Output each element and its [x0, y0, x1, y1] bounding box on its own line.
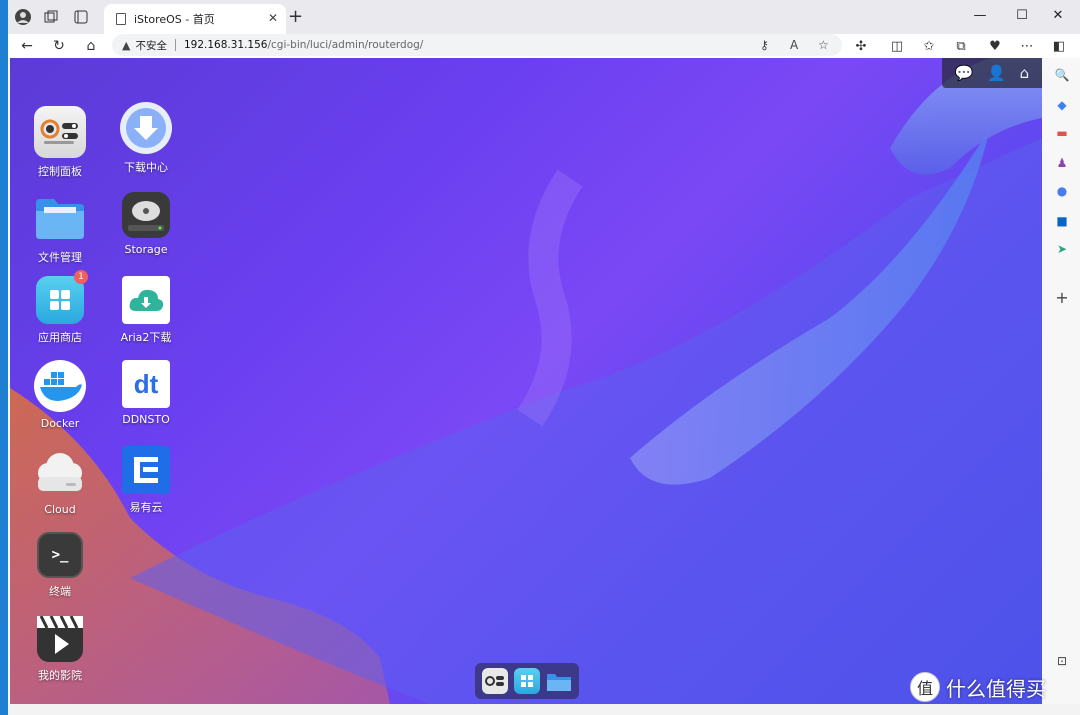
control-panel-icon	[34, 106, 86, 158]
watermark: 值 什么值得买	[910, 672, 1046, 702]
icon-label: Docker	[40, 417, 80, 430]
desktop-icon-download-center[interactable]: 下载中心	[106, 102, 186, 182]
tools-icon[interactable]: ▬	[1053, 124, 1071, 142]
sidebar-toggle-icon[interactable]: ◧	[1048, 36, 1070, 56]
desktop-icon-file-manager[interactable]: 文件管理	[20, 192, 100, 272]
more-menu-icon[interactable]: ⋯	[1016, 36, 1038, 56]
desktop-icon-linkease[interactable]: 易有云	[106, 446, 186, 526]
games-icon[interactable]: ♟	[1053, 154, 1071, 172]
icon-label: 我的影院	[38, 669, 82, 682]
tab-actions-icon[interactable]	[70, 7, 92, 27]
extensions-icon[interactable]: ✣	[850, 36, 872, 56]
icon-label: Storage	[124, 243, 168, 256]
cinema-icon	[37, 616, 83, 662]
file-manager-icon	[34, 192, 86, 244]
profile-avatar-icon[interactable]	[12, 7, 34, 27]
desktop-icon-storage[interactable]: Storage	[106, 192, 186, 272]
screenshot-icon[interactable]: ⊡	[1053, 652, 1071, 670]
app-store-icon: 1	[36, 270, 88, 324]
dock-file-manager-icon[interactable]	[546, 668, 572, 694]
send-icon[interactable]: ➤	[1053, 240, 1071, 258]
aria2-icon	[122, 276, 170, 324]
shopping-tag-icon[interactable]: ◆	[1053, 96, 1071, 114]
dock-app-store-icon[interactable]	[514, 668, 540, 694]
tab-close-icon[interactable]: ✕	[268, 11, 278, 25]
maximize-button[interactable]: ☐	[1002, 4, 1042, 26]
desktop-icon-docker[interactable]: Docker	[20, 360, 100, 440]
office-icon[interactable]: ●	[1053, 182, 1071, 200]
favorite-star-icon[interactable]: ☆	[818, 38, 829, 52]
desktop-icon-aria2[interactable]: Aria2下载	[106, 276, 186, 356]
url-separator	[174, 39, 176, 51]
docker-icon	[34, 360, 86, 412]
url-path: /cgi-bin/luci/admin/routerdog/	[267, 39, 424, 51]
tab-istoreos[interactable]: iStoreOS - 首页 ✕	[104, 4, 286, 34]
desktop-icon-terminal[interactable]: >_ 终端	[20, 532, 100, 612]
workspaces-icon[interactable]	[40, 7, 62, 27]
new-tab-button[interactable]: +	[288, 8, 303, 26]
icon-label: Cloud	[44, 503, 76, 516]
icon-label: Aria2下载	[120, 331, 172, 344]
ddnsto-icon: dt	[122, 360, 170, 408]
watermark-text: 什么值得买	[946, 676, 1046, 701]
icon-label: 易有云	[129, 501, 163, 514]
title-bar: iStoreOS - 首页 ✕ + — ☐ ✕	[8, 0, 1080, 34]
key-icon[interactable]: ⚷	[760, 38, 769, 52]
dock-control-panel-icon[interactable]	[482, 668, 508, 694]
desktop-icon-cinema[interactable]: 我的影院	[20, 616, 100, 696]
home-icon[interactable]: ⌂	[80, 36, 102, 56]
window-bottom-edge	[8, 704, 1080, 715]
collections-icon[interactable]: ⧉	[950, 36, 972, 56]
minimize-button[interactable]: —	[960, 4, 1000, 26]
desktop-icon-ddnsto[interactable]: dt DDNSTO	[106, 360, 186, 440]
icon-label: 下载中心	[124, 161, 168, 174]
linkease-icon	[122, 446, 170, 494]
icon-label: 文件管理	[38, 251, 82, 264]
refresh-icon[interactable]: ↻	[48, 36, 70, 56]
desktop-icon-cloud[interactable]: Cloud	[20, 446, 100, 526]
desktop-icon-control-panel[interactable]: 控制面板	[20, 106, 100, 186]
page-icon	[116, 13, 126, 25]
user-icon[interactable]: 👤	[987, 64, 1006, 82]
taskbar-dock	[475, 663, 579, 699]
browser-sidebar: 🔍 ◆ ▬ ♟ ● ■ ➤ + ⊡	[1044, 58, 1080, 704]
home-desktop-icon[interactable]: ⌂	[1020, 64, 1030, 82]
watermark-logo: 值	[910, 672, 940, 702]
istoreos-desktop: 💬 👤 ⌂ 控制面板 文件管理 1 应用商店 Docker Cloud >_ 终…	[10, 58, 1042, 704]
address-bar-row: ← ↻ ⌂ ▲ 不安全 192.168.31.156/cgi-bin/luci/…	[8, 34, 1080, 58]
chat-icon[interactable]: 💬	[955, 64, 974, 82]
close-window-button[interactable]: ✕	[1038, 4, 1078, 26]
icon-label: 终端	[49, 585, 71, 598]
storage-icon	[122, 192, 170, 238]
warning-icon: ▲	[122, 38, 131, 52]
icon-label: 控制面板	[38, 165, 82, 178]
icon-label: DDNSTO	[122, 413, 170, 426]
top-right-toolbar: 💬 👤 ⌂	[942, 58, 1042, 88]
back-icon[interactable]: ←	[16, 36, 38, 56]
browser-essentials-icon[interactable]: ♥	[984, 36, 1006, 56]
outlook-icon[interactable]: ■	[1053, 212, 1071, 230]
icon-label: 应用商店	[38, 331, 82, 344]
favorites-icon[interactable]: ✩	[918, 36, 940, 56]
split-screen-icon[interactable]: ◫	[886, 36, 908, 56]
read-aloud-icon[interactable]: A	[790, 38, 798, 52]
browser-window: iStoreOS - 首页 ✕ + — ☐ ✕ ← ↻ ⌂ ▲ 不安全 192.…	[8, 0, 1080, 715]
download-center-icon	[120, 102, 172, 154]
search-icon[interactable]: 🔍	[1053, 66, 1071, 84]
cloud-icon	[34, 446, 86, 498]
tab-title: iStoreOS - 首页	[134, 13, 215, 26]
desktop-icon-app-store[interactable]: 1 应用商店	[20, 270, 100, 356]
url-host: 192.168.31.156	[183, 39, 268, 51]
url-field[interactable]: ▲ 不安全 192.168.31.156/cgi-bin/luci/admin/…	[112, 34, 842, 56]
add-sidebar-app-icon[interactable]: +	[1053, 288, 1071, 307]
security-label[interactable]: 不安全	[135, 38, 167, 53]
terminal-icon: >_	[37, 532, 83, 578]
notification-badge: 1	[74, 270, 88, 284]
